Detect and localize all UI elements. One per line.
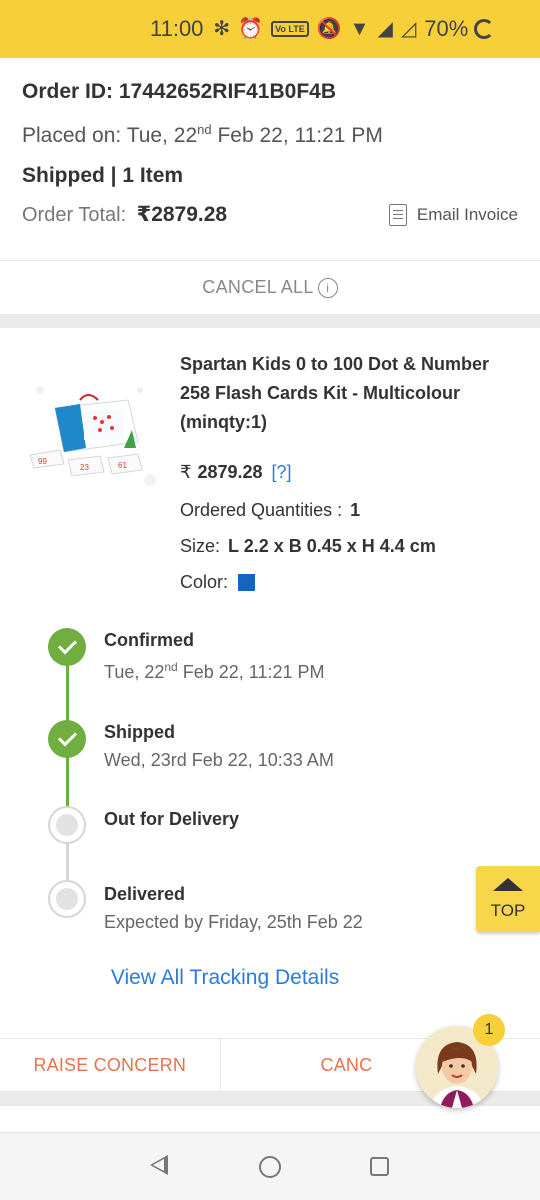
product-price: 2879.28 bbox=[197, 462, 263, 482]
ordered-quantity-row: Ordered Quantities : 1 bbox=[180, 500, 360, 521]
order-tracking-timeline: Confirmed Tue, 22nd Feb 22, 11:21 PM Shi… bbox=[0, 620, 540, 950]
signal-2-icon: ◿ bbox=[400, 18, 417, 40]
currency-symbol: ₹ bbox=[180, 462, 192, 482]
scroll-top-button[interactable]: TOP bbox=[476, 866, 540, 932]
step-shipped-title: Shipped bbox=[104, 722, 175, 742]
order-id: Order ID: 17442652RIF41B0F4B bbox=[22, 80, 336, 103]
product-price-row: ₹2879.28 [?] bbox=[180, 462, 292, 483]
volte-icon: Vo LTE bbox=[271, 21, 309, 37]
order-total-label: Order Total: bbox=[22, 204, 127, 226]
shipped-check-icon bbox=[48, 720, 86, 758]
info-icon[interactable]: i bbox=[317, 277, 338, 298]
document-icon bbox=[388, 203, 407, 226]
back-icon[interactable] bbox=[150, 1155, 168, 1175]
size-value: L 2.2 x B 0.45 x H 4.4 cm bbox=[228, 536, 436, 556]
product-card[interactable]: 99 23 61 Spartan Kids 0 to 100 Dot & Num… bbox=[0, 340, 540, 600]
alarm-icon: ⏰ bbox=[238, 18, 264, 40]
email-invoice-label: Email Invoice bbox=[416, 204, 518, 224]
quantity-value: 1 bbox=[350, 500, 361, 520]
email-invoice-button[interactable]: Email Invoice bbox=[388, 203, 518, 226]
wifi-icon: ▼ bbox=[349, 18, 370, 40]
system-nav-bar bbox=[0, 1132, 540, 1200]
status-bar: 11:00 ✻ ⏰ Vo LTE 🔕 ▼ ◢ ◿ 70% bbox=[0, 0, 540, 58]
notification-badge: 1 bbox=[473, 1014, 505, 1046]
svg-text:99: 99 bbox=[38, 457, 47, 466]
home-icon[interactable] bbox=[259, 1156, 281, 1178]
step-shipped-date: Wed, 23rd Feb 22, 10:33 AM bbox=[104, 750, 334, 770]
gear-icon: ✻ bbox=[213, 18, 231, 40]
cancel-all-label: CANCEL ALL bbox=[202, 277, 314, 297]
color-label: Color: bbox=[180, 572, 229, 592]
step-delivered-title: Delivered bbox=[104, 884, 186, 904]
size-label: Size: bbox=[180, 536, 221, 556]
status-time: 11:00 bbox=[150, 16, 204, 41]
svg-text:61: 61 bbox=[118, 461, 127, 470]
mute-icon: 🔕 bbox=[316, 18, 342, 40]
order-status: Shipped | 1 Item bbox=[22, 164, 184, 187]
pending-step-icon bbox=[48, 880, 86, 918]
size-row: Size: L 2.2 x B 0.45 x H 4.4 cm bbox=[180, 536, 436, 557]
order-total-row: Order Total: ₹2879.28 Email Invoice bbox=[22, 202, 518, 227]
quantity-label: Ordered Quantities : bbox=[180, 500, 343, 520]
recent-apps-icon[interactable] bbox=[370, 1157, 389, 1176]
order-summary: Order ID: 17442652RIF41B0F4B Placed on: … bbox=[0, 58, 540, 260]
step-delivered-expected: Expected by Friday, 25th Feb 22 bbox=[104, 912, 363, 932]
cancel-all-button[interactable]: CANCEL ALL i bbox=[0, 260, 540, 314]
product-title[interactable]: Spartan Kids 0 to 100 Dot & Number 258 F… bbox=[180, 350, 520, 437]
price-help-link[interactable]: [?] bbox=[272, 462, 292, 482]
raise-concern-button[interactable]: RAISE CONCERN bbox=[0, 1039, 221, 1091]
svg-text:23: 23 bbox=[80, 463, 89, 472]
step-confirmed-title: Confirmed bbox=[104, 630, 194, 650]
scroll-top-label: TOP bbox=[490, 900, 526, 920]
order-total-amount: ₹2879.28 bbox=[136, 203, 228, 226]
step-out-for-delivery-title: Out for Delivery bbox=[104, 809, 240, 829]
arrow-up-icon bbox=[493, 877, 523, 891]
product-image: 99 23 61 bbox=[20, 360, 170, 510]
battery-text: 70% bbox=[424, 16, 469, 41]
section-divider bbox=[0, 314, 540, 328]
color-row: Color: bbox=[180, 572, 256, 593]
pending-step-icon bbox=[48, 806, 86, 844]
color-swatch bbox=[238, 574, 256, 591]
view-tracking-link[interactable]: View All Tracking Details bbox=[0, 966, 450, 990]
signal-icon: ◢ bbox=[377, 18, 393, 40]
battery-icon bbox=[474, 19, 495, 39]
step-confirmed-date: Tue, 22nd Feb 22, 11:21 PM bbox=[104, 660, 325, 682]
confirmed-check-icon bbox=[48, 628, 86, 666]
placed-on: Placed on: Tue, 22nd Feb 22, 11:21 PM bbox=[22, 122, 383, 147]
